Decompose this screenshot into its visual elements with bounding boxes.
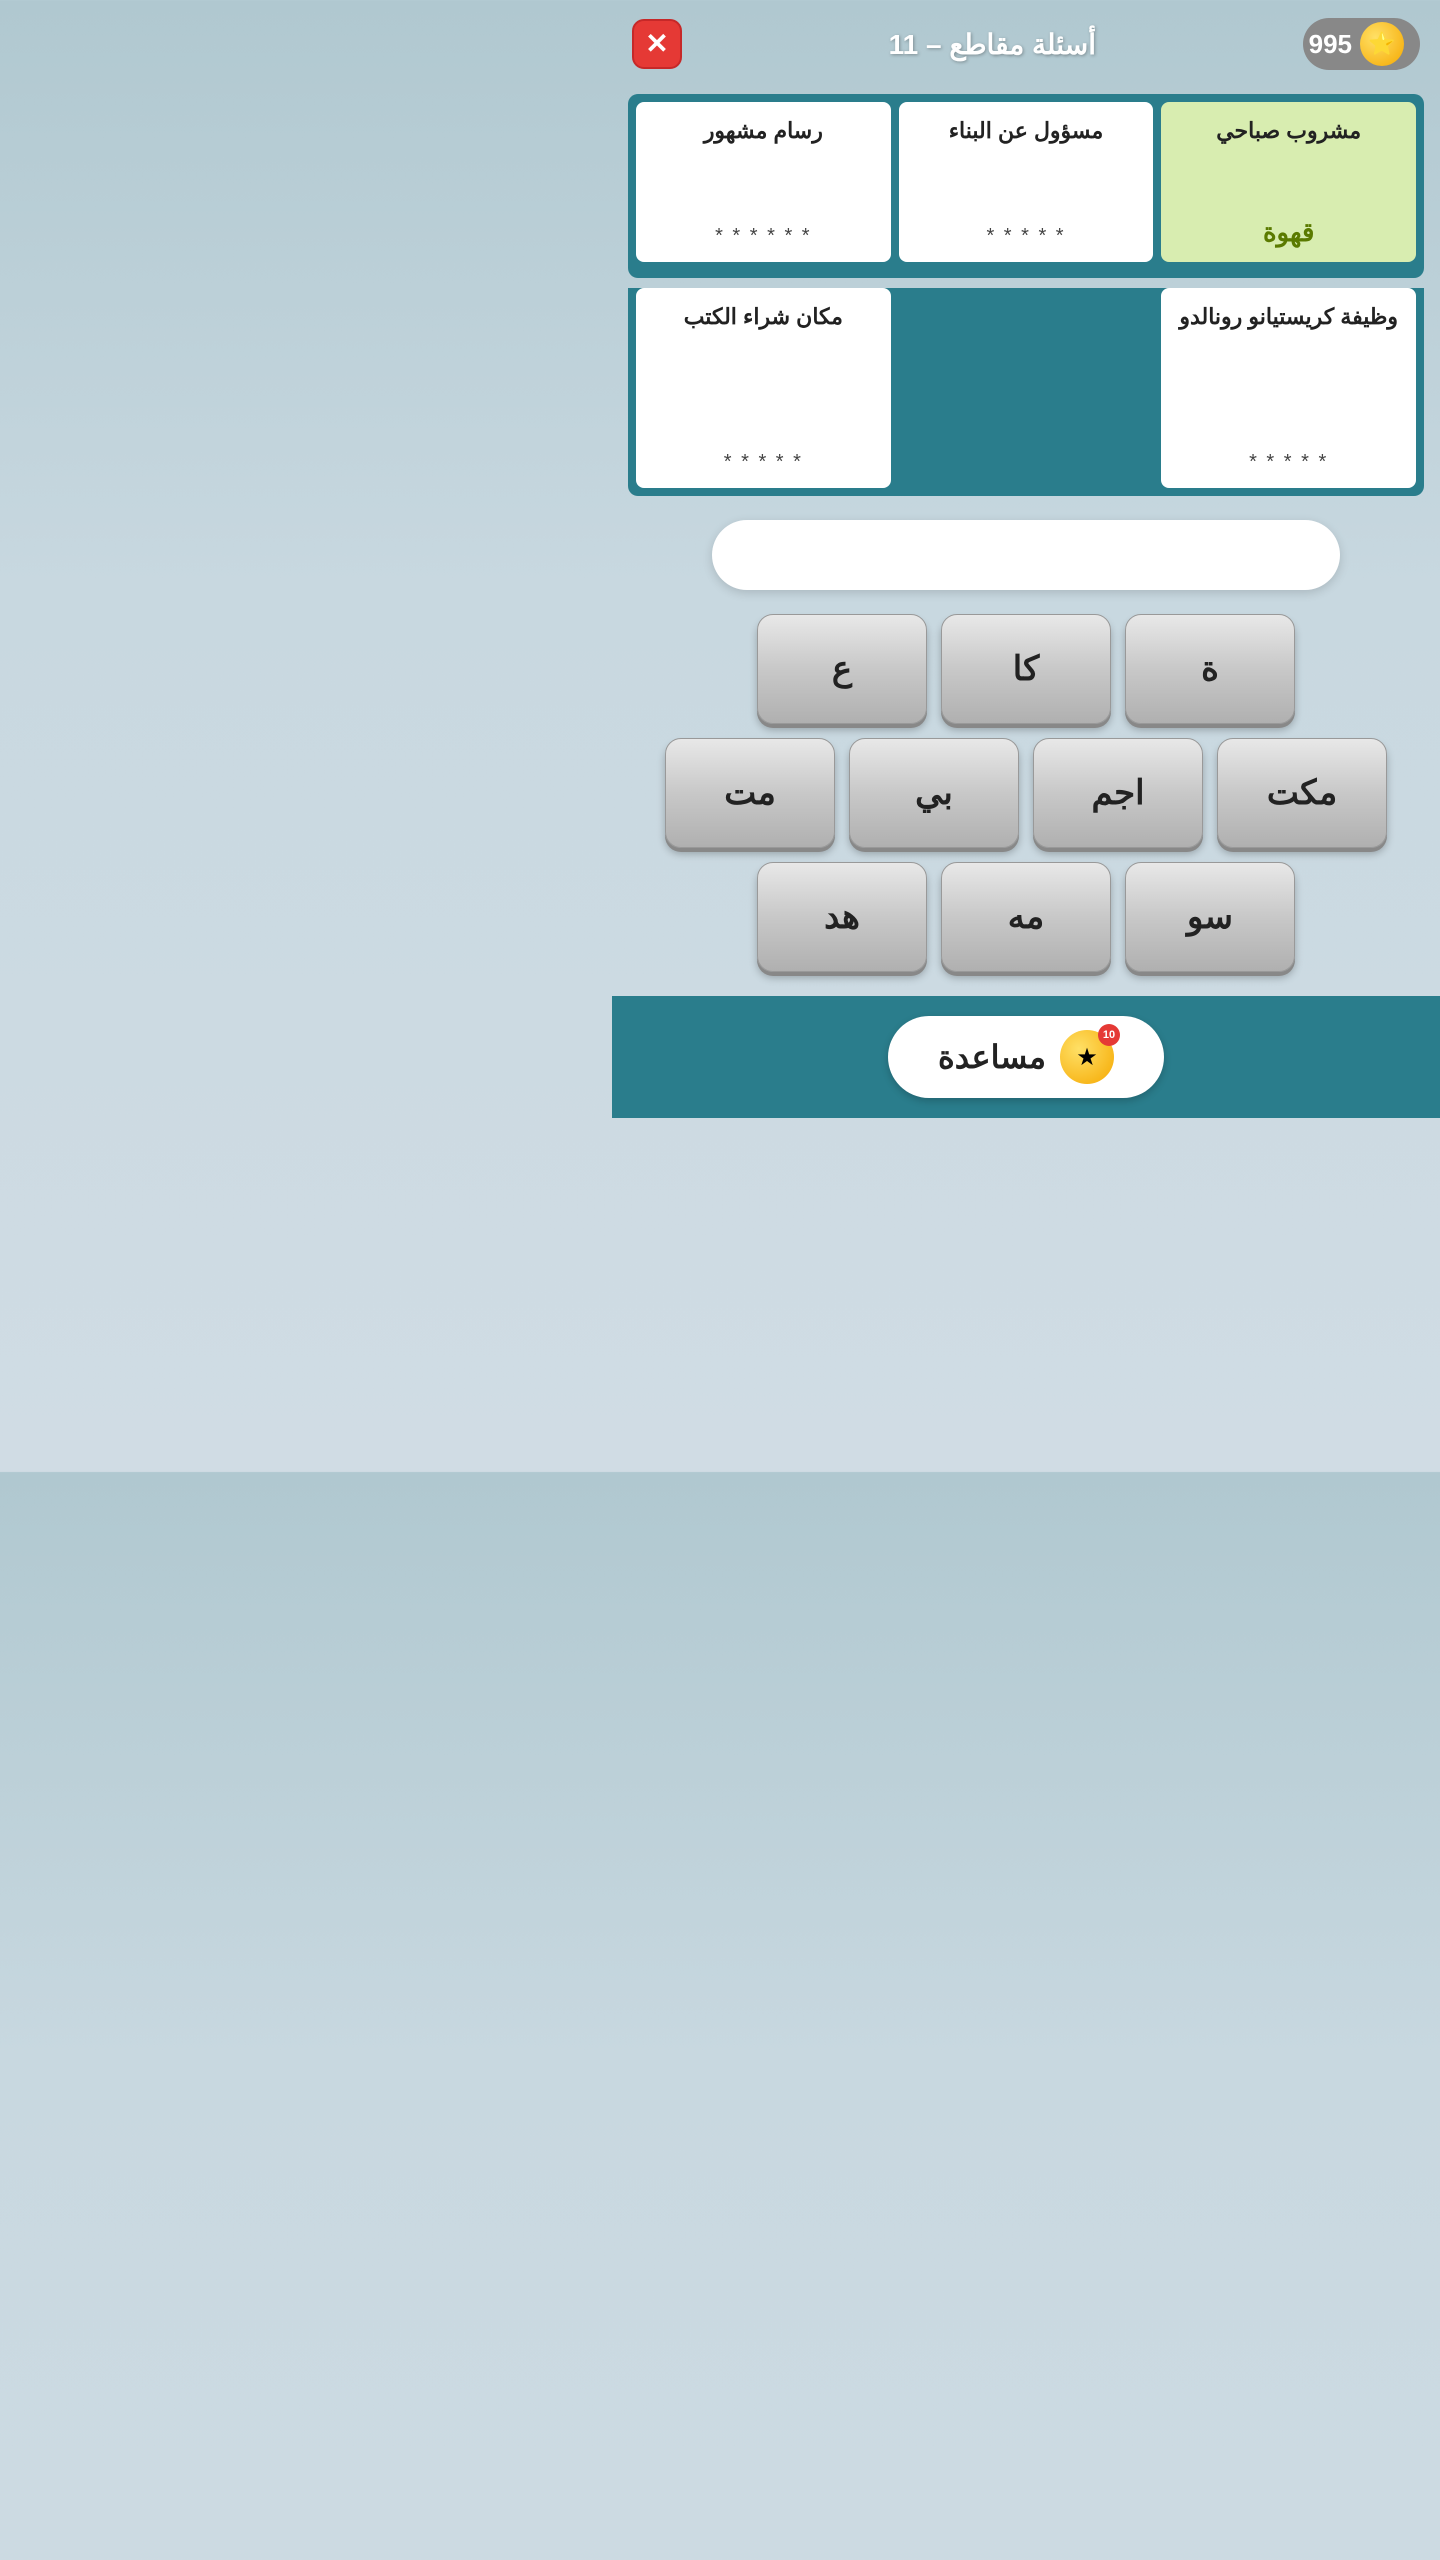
- letter-btn-ka[interactable]: كا: [941, 614, 1111, 724]
- help-label: مساعدة: [938, 1038, 1046, 1076]
- letter-btn-ta-marbuta[interactable]: ة: [1125, 614, 1295, 724]
- header-title: أسئلة مقاطع – 11: [889, 28, 1096, 61]
- letters-area: ة كا ع مكت اجم بي مت سو مه هد: [626, 614, 1426, 972]
- card-4-answer: * * * * *: [1249, 451, 1328, 474]
- card-4-clue: وظيفة كريستيانو رونالدو: [1179, 302, 1398, 333]
- letters-row-2: مكت اجم بي مت: [626, 738, 1426, 848]
- card-4[interactable]: وظيفة كريستيانو رونالدو * * * * *: [1161, 288, 1416, 488]
- grid-gap: [899, 288, 1154, 488]
- card-1-answer: قهوة: [1263, 217, 1314, 248]
- answer-input[interactable]: [712, 520, 1340, 590]
- card-5-clue: مكان شراء الكتب: [684, 302, 843, 333]
- letter-btn-su[interactable]: سو: [1125, 862, 1295, 972]
- help-button[interactable]: ★ 10 مساعدة: [888, 1016, 1164, 1098]
- card-2[interactable]: مسؤول عن البناء * * * * *: [899, 102, 1154, 262]
- letter-btn-mah[interactable]: مه: [941, 862, 1111, 972]
- letter-btn-ain[interactable]: ع: [757, 614, 927, 724]
- coins-count: 995: [1309, 29, 1352, 60]
- help-star-icon: ★: [1076, 1043, 1098, 1072]
- help-bar: ★ 10 مساعدة: [612, 996, 1440, 1118]
- help-coin-badge: 10: [1098, 1024, 1120, 1046]
- letters-row-1: ة كا ع: [626, 614, 1426, 724]
- game-grid-row1: مشروب صباحي قهوة مسؤول عن البناء * * * *…: [628, 94, 1424, 278]
- close-icon: ✕: [645, 30, 668, 58]
- letters-row-3: سو مه هد: [626, 862, 1426, 972]
- card-3-answer: * * * * * *: [715, 225, 811, 248]
- coin-icon: ⭐: [1360, 22, 1404, 66]
- help-coin-icon: ★ 10: [1060, 1030, 1114, 1084]
- card-1[interactable]: مشروب صباحي قهوة: [1161, 102, 1416, 262]
- header: ⭐ 995 أسئلة مقاطع – 11 ✕: [612, 0, 1440, 84]
- coins-display: ⭐ 995: [1303, 18, 1420, 70]
- card-2-answer: * * * * *: [986, 225, 1065, 248]
- card-3-clue: رسام مشهور: [704, 116, 823, 147]
- card-3[interactable]: رسام مشهور * * * * * *: [636, 102, 891, 262]
- letter-btn-mt[interactable]: مت: [665, 738, 835, 848]
- card-5-answer: * * * * *: [724, 451, 803, 474]
- letter-btn-ajm[interactable]: اجم: [1033, 738, 1203, 848]
- close-button[interactable]: ✕: [632, 19, 682, 69]
- card-1-clue: مشروب صباحي: [1216, 116, 1361, 147]
- letter-btn-bi[interactable]: بي: [849, 738, 1019, 848]
- card-2-clue: مسؤول عن البناء: [949, 116, 1104, 147]
- game-grid-row2: وظيفة كريستيانو رونالدو * * * * * مكان ش…: [628, 288, 1424, 496]
- letter-btn-makt[interactable]: مكت: [1217, 738, 1387, 848]
- letter-btn-had[interactable]: هد: [757, 862, 927, 972]
- card-5[interactable]: مكان شراء الكتب * * * * *: [636, 288, 891, 488]
